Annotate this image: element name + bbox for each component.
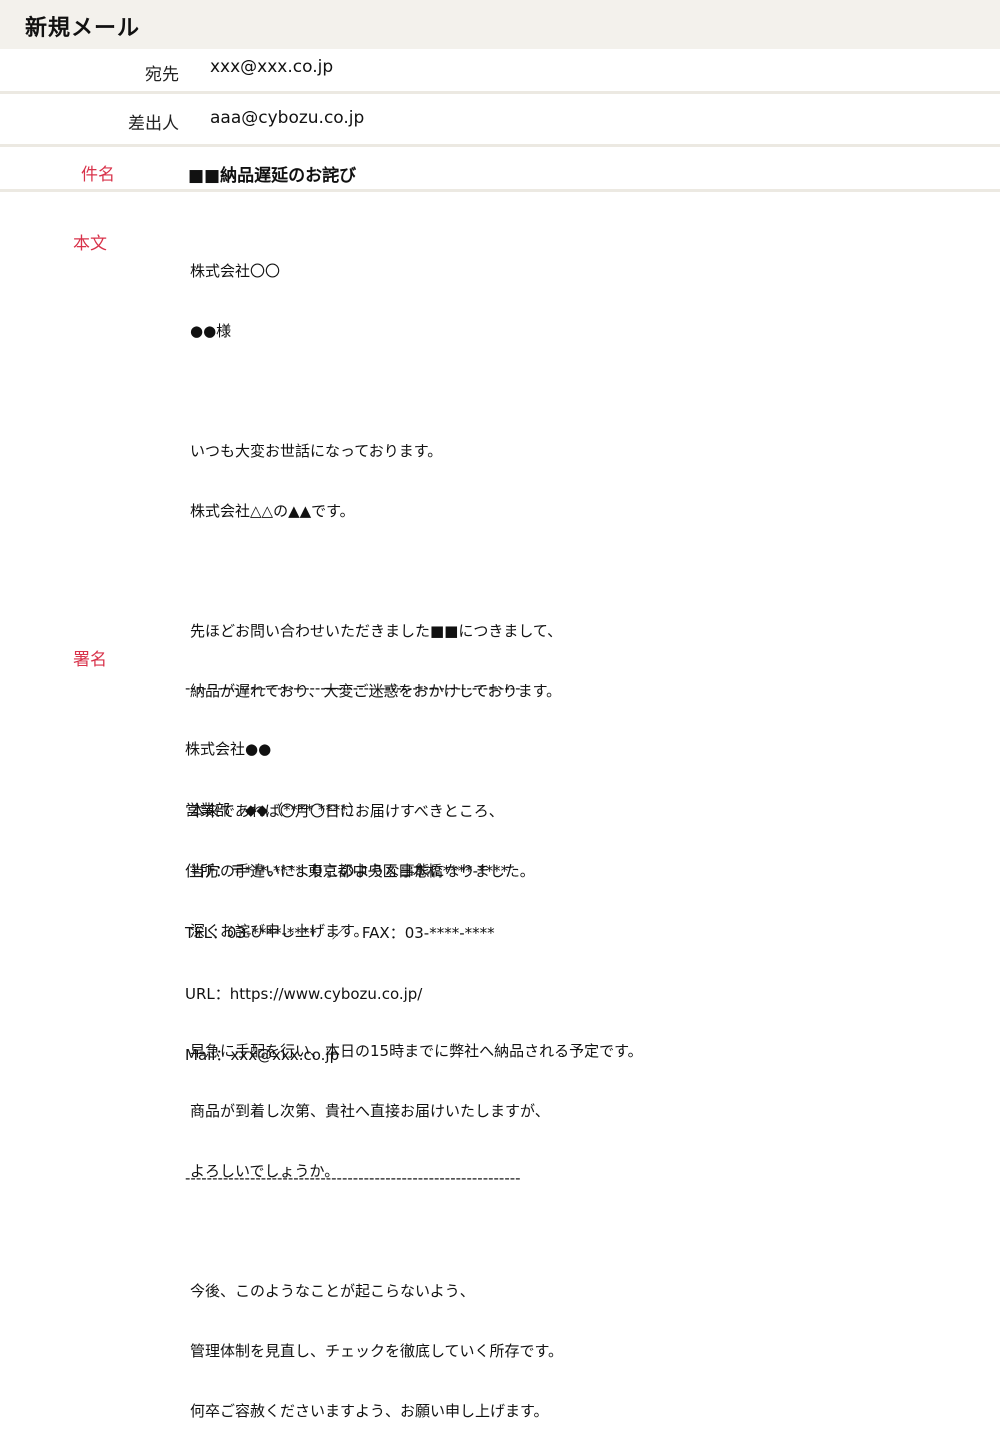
body-line: ​: [190, 1221, 643, 1241]
from-label: 差出人: [128, 114, 179, 134]
to-row: 宛先 xxx@xxx.co.jp: [0, 49, 1000, 91]
body-line: 株式会社〇〇: [190, 262, 281, 280]
body-line: 管理体制を見直し、チェックを徹底していく所存です。: [190, 1342, 564, 1360]
signature-line: ----------------------------------------…: [185, 678, 521, 697]
window-header: 新規メール: [0, 0, 1000, 49]
signature-line: ​: [185, 1106, 521, 1126]
signature-label: 署名: [73, 650, 107, 670]
body-line: ●●様: [190, 322, 232, 340]
signature-line: Mail：xxx@xxx.co.jp: [185, 1046, 340, 1065]
body-line: 何卒ご容赦くださいますよう、お願い申し上げます。: [190, 1402, 549, 1420]
signature-textarea[interactable]: ----------------------------------------…: [185, 637, 521, 1208]
signature-line: TEL：03-****-**** ／ FAX：03-****-****: [185, 923, 495, 942]
body-label: 本文: [73, 234, 107, 254]
signature-line: URL：https://www.cybozu.co.jp/: [185, 984, 423, 1003]
page-title: 新規メール: [25, 16, 141, 41]
signature-line: 営業部 ◆◆（**** ****）: [185, 801, 363, 820]
to-label: 宛先: [145, 65, 179, 85]
signature-line: 株式会社●●: [185, 740, 272, 759]
signature-line: ----------------------------------------…: [185, 1168, 521, 1187]
body-line: 株式会社△△の▲▲です。: [190, 502, 355, 520]
divider: [0, 189, 1000, 192]
subject-label: 件名: [81, 165, 115, 185]
to-field[interactable]: xxx@xxx.co.jp: [210, 57, 333, 77]
subject-field[interactable]: ■■納品遅延のお詫び: [188, 161, 356, 186]
body-line: 今後、このようなことが起こらないよう、: [190, 1282, 475, 1300]
from-row: 差出人 aaa@cybozu.co.jp: [0, 94, 1000, 144]
body-line: いつも大変お世話になっております。: [190, 442, 443, 460]
body-line: ​: [190, 561, 643, 581]
body-line: ​: [190, 381, 643, 401]
subject-row: 件名 ■■納品遅延のお詫び: [0, 147, 1000, 189]
signature-line: 住所：〒***-**** 東京都中央区日本橋****-****: [185, 862, 509, 881]
from-field[interactable]: aaa@cybozu.co.jp: [210, 108, 364, 128]
